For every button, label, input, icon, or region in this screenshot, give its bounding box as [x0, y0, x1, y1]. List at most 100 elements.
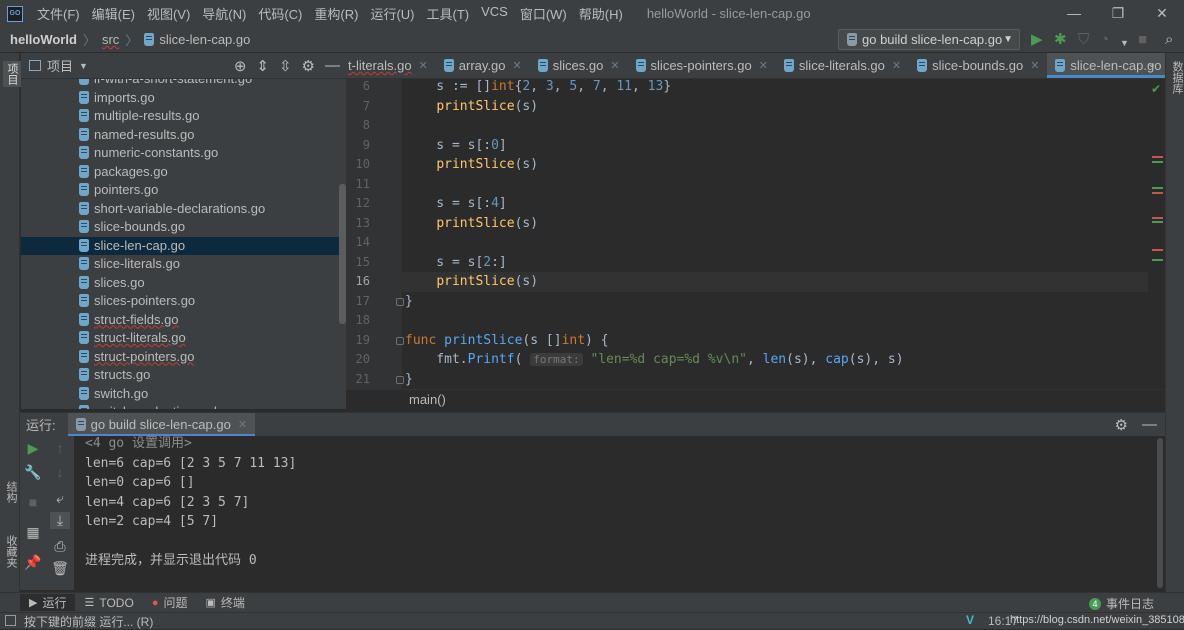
close-tab-icon[interactable]: ✕ [1030, 59, 1039, 72]
close-tab-icon[interactable]: ✕ [610, 59, 619, 72]
tree-file-item[interactable]: struct-literals.go [21, 329, 339, 347]
code-line[interactable]: func printSlice(s []int) { [405, 331, 609, 351]
breadcrumb-project[interactable]: helloWorld [0, 32, 81, 47]
print-icon[interactable]: ⎙ [50, 538, 70, 555]
close-tab-icon[interactable]: ✕ [892, 59, 901, 72]
editor-tab[interactable]: slice-bounds.go ✕ [909, 53, 1047, 78]
tree-file-item[interactable]: slices-pointers.go [21, 292, 339, 310]
tree-file-item[interactable]: structs.go [21, 366, 339, 384]
menu-item[interactable]: 视图(V) [141, 4, 196, 23]
stop-icon[interactable]: ■ [23, 494, 43, 510]
problems-tool-tab[interactable]: ● 问题 [143, 594, 197, 611]
code-line[interactable]: fmt.Printf( format: "len=%d cap=%d %v\n"… [405, 350, 903, 370]
tree-file-item[interactable]: named-results.go [21, 126, 339, 144]
tree-file-item[interactable]: multiple-results.go [21, 107, 339, 125]
editor-tab[interactable]: slices.go ✕ [530, 53, 628, 78]
fold-marker-icon[interactable] [396, 336, 404, 345]
up-arrow-icon[interactable]: ↑ [50, 440, 70, 456]
tree-file-item[interactable]: packages.go [21, 163, 339, 181]
more-run-chevron-icon[interactable]: ▼ [1120, 35, 1129, 52]
close-tab-icon[interactable]: ✕ [513, 59, 522, 72]
editor-tab[interactable]: t-literals.go ✕ [346, 53, 436, 78]
tree-file-item[interactable]: switch-evaluation-order.go [21, 403, 339, 409]
close-tab-icon[interactable]: ✕ [238, 418, 247, 431]
fold-marker-icon[interactable] [396, 297, 404, 306]
down-arrow-icon[interactable]: ↓ [50, 464, 70, 480]
event-log-tab[interactable]: 4 事件日志 [1088, 595, 1154, 612]
tree-file-item[interactable]: slice-bounds.go [21, 218, 339, 236]
run-config-select[interactable]: go build slice-len-cap.go ▼ [838, 29, 1020, 50]
tree-file-item[interactable]: pointers.go [21, 181, 339, 199]
structure-tool-button[interactable]: 结构 [3, 481, 19, 503]
code-line[interactable]: s = s[:4] [405, 194, 506, 214]
menu-item[interactable]: 帮助(H) [573, 4, 629, 23]
close-icon[interactable]: ✕ [1140, 0, 1184, 27]
editor-scrollbar[interactable]: ✔ [1148, 79, 1165, 389]
chevron-down-icon[interactable]: ▼ [79, 61, 88, 71]
wrench-icon[interactable]: 🔧 [23, 464, 43, 481]
profile-icon[interactable]: ◔ [1100, 31, 1109, 48]
console-output[interactable]: <4 go 设置调用> len=6 cap=6 [2 3 5 7 11 13] le… [74, 436, 1165, 590]
code-line[interactable]: } [405, 370, 413, 390]
breadcrumb-file[interactable]: slice-len-cap.go [140, 32, 254, 47]
tree-file-item[interactable]: switch.go [21, 385, 339, 403]
menu-item[interactable]: 工具(T) [420, 4, 475, 23]
tree-file-item[interactable]: numeric-constants.go [21, 144, 339, 162]
pin-icon[interactable]: 📌 [23, 554, 43, 571]
code-line[interactable]: s := []int{2, 3, 5, 7, 11, 13} [405, 77, 671, 97]
fold-marker-icon[interactable] [396, 375, 404, 384]
restore-icon[interactable]: ❐ [1096, 0, 1140, 27]
code-line[interactable]: } [405, 292, 413, 312]
tree-file-item[interactable]: slices.go [21, 274, 339, 292]
soft-wrap-icon[interactable]: ⤶ [50, 490, 70, 507]
tabs-overflow-chevron-icon[interactable]: ⌄ [1147, 57, 1156, 70]
close-tab-icon[interactable]: ✕ [759, 59, 768, 72]
tool-window-toggle-icon[interactable] [5, 615, 16, 626]
run-tool-tab[interactable]: ▶ 运行 [20, 594, 76, 611]
close-tab-icon[interactable]: ✕ [419, 59, 428, 72]
locate-icon[interactable]: ⊕ [234, 57, 247, 75]
hide-icon[interactable]: — [325, 57, 340, 75]
code-breadcrumb-main[interactable]: main() [409, 392, 446, 407]
hide-icon[interactable]: — [1142, 416, 1157, 434]
menu-item[interactable]: 导航(N) [196, 4, 252, 23]
favorites-tool-button[interactable]: 收藏夹 [3, 535, 19, 568]
menu-item[interactable]: 重构(R) [308, 4, 364, 23]
menu-item[interactable]: 文件(F) [31, 4, 86, 23]
code-line[interactable]: s = s[2:] [405, 253, 506, 273]
tree-file-item[interactable]: imports.go [21, 89, 339, 107]
terminal-tool-tab[interactable]: ▣ 终端 [196, 594, 253, 611]
code-line[interactable]: printSlice(s) [405, 272, 538, 292]
tree-file-item[interactable]: struct-pointers.go [21, 348, 339, 366]
minimize-icon[interactable]: — [1052, 0, 1096, 27]
project-panel-title[interactable]: 项目 [47, 56, 73, 75]
code-line[interactable]: printSlice(s) [405, 214, 538, 234]
code-line[interactable]: printSlice(s) [405, 97, 538, 117]
menu-item[interactable]: 代码(C) [252, 4, 308, 23]
layout-icon[interactable]: ▦ [23, 524, 43, 541]
tree-file-item[interactable]: short-variable-declarations.go [21, 200, 339, 218]
gear-icon[interactable]: ⚙ [302, 57, 315, 75]
menu-item[interactable]: 编辑(E) [86, 4, 141, 23]
rerun-icon[interactable]: ▶ [23, 440, 43, 457]
editor-tab[interactable]: slices-pointers.go ✕ [628, 53, 776, 78]
todo-tool-tab[interactable]: ☰ TODO [75, 596, 142, 610]
tree-scrollbar[interactable] [339, 79, 346, 409]
debug-icon[interactable]: ✱ [1054, 31, 1067, 48]
tree-file-item[interactable]: slice-len-cap.go [21, 236, 339, 255]
menu-item[interactable]: VCS [475, 4, 514, 23]
scroll-to-end-icon[interactable]: ⤓ [50, 512, 70, 529]
tree-file-item[interactable]: if-with-a-short-statement.go [21, 79, 339, 88]
tree-file-item[interactable]: slice-literals.go [21, 255, 339, 273]
stop-icon[interactable]: ■ [1138, 31, 1147, 48]
search-everywhere-icon[interactable]: ⌕ [1165, 31, 1173, 48]
gear-icon[interactable]: ⚙ [1115, 416, 1128, 434]
menu-item[interactable]: 窗口(W) [514, 4, 573, 23]
coverage-icon[interactable]: ⛉ [1078, 31, 1089, 48]
menu-item[interactable]: 运行(U) [364, 4, 420, 23]
code-line[interactable]: s = s[:0] [405, 136, 506, 156]
code-line[interactable]: printSlice(s) [405, 155, 538, 175]
tree-file-item[interactable]: struct-fields.go [21, 311, 339, 329]
trash-icon[interactable]: 🗑 [50, 560, 70, 577]
project-tool-button[interactable]: 项目 [3, 61, 21, 87]
